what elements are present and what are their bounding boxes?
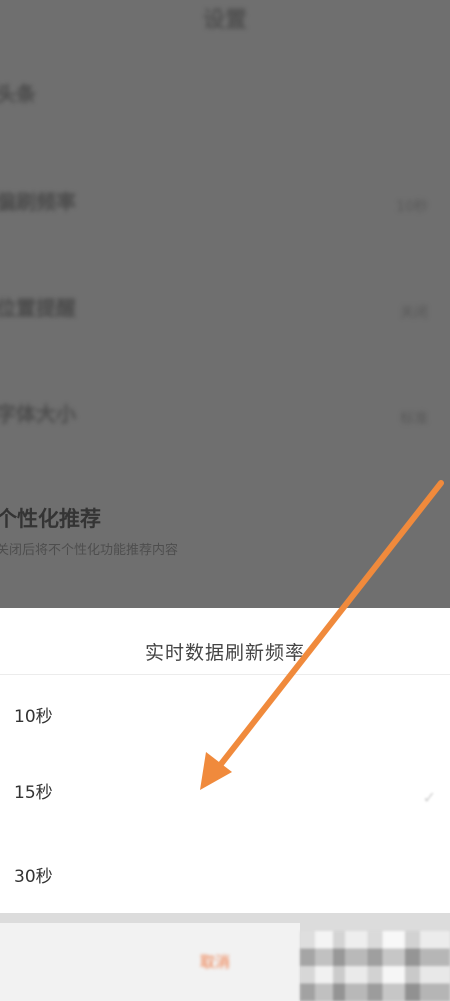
setting-value: 标准 [400, 411, 428, 427]
pixelated-area [300, 931, 450, 1001]
option-10s[interactable]: 10秒 [14, 702, 53, 727]
option-30s[interactable]: 30秒 [14, 862, 53, 887]
setting-title: 偏刷频率 [0, 190, 76, 214]
setting-value: 10秒 [396, 199, 428, 215]
setting-row-font-size[interactable]: 字体大小 标准 [0, 398, 450, 433]
setting-title: 个性化推荐 [0, 507, 101, 531]
bottom-bar: 取消 [0, 913, 450, 1001]
setting-value: 关闭 [400, 305, 428, 321]
setting-row-location[interactable]: 位置提醒 关闭 [0, 292, 450, 327]
page-title: 设置 [202, 8, 247, 33]
setting-row-personalized[interactable]: 个性化推荐 关闭后将不个性化功能推荐内容 [0, 503, 450, 558]
sheet-title: 实时数据刷新频率 [144, 642, 305, 664]
settings-page-background: 设置 头条 偏刷频率 10秒 位置提醒 关闭 字体大小 标准 个性化推荐 关闭后… [0, 0, 450, 610]
setting-row-refresh[interactable]: 偏刷频率 10秒 [0, 186, 450, 221]
setting-title: 字体大小 [0, 402, 76, 426]
setting-title: 头条 [0, 82, 36, 106]
check-icon: ✓ [422, 788, 436, 807]
setting-title: 位置提醒 [0, 296, 76, 320]
cancel-button[interactable]: 取消 [200, 951, 230, 972]
refresh-frequency-sheet: 实时数据刷新频率 10秒 15秒 30秒 ✓ [0, 608, 450, 913]
setting-row-headline[interactable]: 头条 [0, 78, 450, 113]
divider [0, 674, 450, 675]
bottom-panel [0, 923, 300, 1001]
setting-subtitle: 关闭后将不个性化功能推荐内容 [0, 543, 179, 558]
option-15s[interactable]: 15秒 [14, 778, 53, 803]
